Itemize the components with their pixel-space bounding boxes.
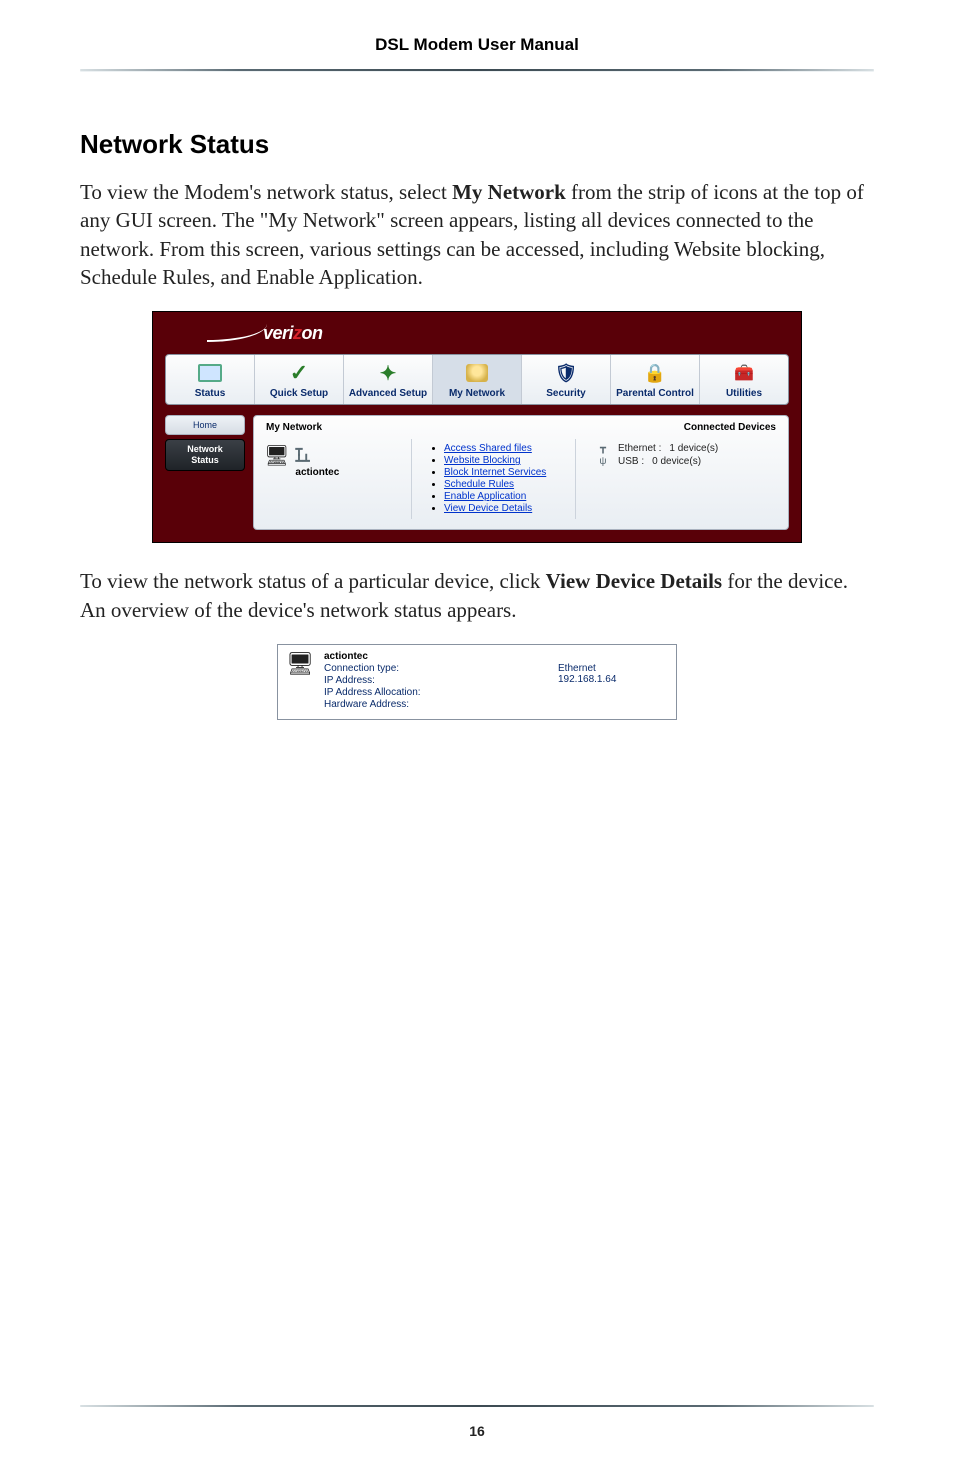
- conn-eth-label: Ethernet :: [618, 443, 661, 454]
- detail-value: Ethernet: [558, 663, 668, 674]
- tab-security[interactable]: Security: [522, 355, 611, 404]
- section-heading: Network Status: [80, 129, 874, 160]
- computer-icon: 🖥: [286, 651, 314, 711]
- computer-icon: [264, 443, 289, 468]
- paragraph-1: To view the Modem's network status, sele…: [80, 178, 874, 291]
- para2-bold: View Device Details: [546, 569, 723, 593]
- header-divider: [80, 69, 874, 71]
- brand-prefix: veri: [263, 323, 293, 343]
- connected-devices-block: ┳ Ethernet : 1 device(s) ψ USB : 0 devic…: [590, 439, 780, 519]
- page-footer: 16: [80, 1405, 874, 1439]
- detail-values-col: Ethernet 192.168.1.64: [558, 651, 668, 711]
- detail-label: IP Address:: [324, 675, 558, 686]
- sidebar-net-line2: Status: [191, 455, 219, 465]
- list-item: Access Shared files: [444, 443, 567, 454]
- detail-value: 192.168.1.64: [558, 674, 668, 685]
- list-item: Website Blocking: [444, 455, 567, 466]
- conn-eth-value: 1 device(s): [669, 443, 718, 454]
- main-panel: My Network Connected Devices ┳┻┻ actiont…: [253, 415, 789, 530]
- check-icon: [285, 361, 313, 385]
- sidebar-item-network-status[interactable]: Network Status: [165, 439, 245, 471]
- gui-logo-row: verizon: [153, 312, 801, 354]
- shield-icon: [552, 361, 580, 385]
- tab-my-network[interactable]: My Network: [433, 355, 522, 404]
- device-detail-screenshot: 🖥 actiontec Connection type: IP Address:…: [277, 644, 677, 720]
- ethernet-icon: ┳: [596, 443, 610, 454]
- gui-screenshot: verizon Status Quick Setup Advanced Setu…: [152, 311, 802, 543]
- tab-status[interactable]: Status: [166, 355, 255, 404]
- tab-utilities[interactable]: Utilities: [700, 355, 788, 404]
- conn-usb-label: USB :: [618, 456, 644, 467]
- sidebar-net-line1: Network: [187, 444, 223, 454]
- link-block-internet-services[interactable]: Block Internet Services: [444, 467, 546, 478]
- link-view-device-details[interactable]: View Device Details: [444, 503, 532, 514]
- list-item: Enable Application: [444, 491, 567, 502]
- sidebar-item-home[interactable]: Home: [165, 415, 245, 435]
- monitor-icon: [196, 361, 224, 385]
- sidebar: Home Network Status: [165, 415, 245, 530]
- detail-label: IP Address Allocation:: [324, 687, 558, 698]
- detail-device-name: actiontec: [324, 651, 558, 662]
- tab-label: Parental Control: [616, 388, 694, 399]
- device-block: ┳┻┻ actiontec: [262, 439, 412, 519]
- tab-parental-control[interactable]: Parental Control: [611, 355, 700, 404]
- para2-pre: To view the network status of a particul…: [80, 569, 546, 593]
- network-icon: [463, 361, 491, 385]
- logo-swoosh-icon: [207, 324, 267, 342]
- link-enable-application[interactable]: Enable Application: [444, 491, 526, 502]
- panel-title-right: Connected Devices: [684, 422, 776, 433]
- link-access-shared-files[interactable]: Access Shared files: [444, 443, 532, 454]
- lock-icon: [641, 361, 669, 385]
- conn-row-ethernet: ┳ Ethernet : 1 device(s): [596, 443, 774, 454]
- tab-strip: Status Quick Setup Advanced Setup My Net…: [165, 354, 789, 405]
- para1-bold: My Network: [452, 180, 566, 204]
- tab-label: Advanced Setup: [349, 388, 427, 399]
- detail-label: Hardware Address:: [324, 699, 558, 710]
- list-item: Block Internet Services: [444, 467, 567, 478]
- gear-icon: [374, 361, 402, 385]
- links-block: Access Shared files Website Blocking Blo…: [426, 439, 576, 519]
- ethernet-port-icon: ┳┻┻: [295, 443, 339, 467]
- tab-advanced-setup[interactable]: Advanced Setup: [344, 355, 433, 404]
- tab-label: Utilities: [726, 388, 762, 399]
- conn-row-usb: ψ USB : 0 device(s): [596, 456, 774, 467]
- toolbox-icon: [730, 361, 758, 385]
- page-header: DSL Modem User Manual: [80, 35, 874, 69]
- para1-pre: To view the Modem's network status, sele…: [80, 180, 452, 204]
- footer-divider: [80, 1405, 874, 1407]
- panel-header: My Network Connected Devices: [262, 420, 780, 439]
- link-schedule-rules[interactable]: Schedule Rules: [444, 479, 514, 490]
- detail-label: Connection type:: [324, 663, 558, 674]
- tab-label: Security: [546, 388, 585, 399]
- device-icons: [264, 443, 289, 468]
- conn-usb-value: 0 device(s): [652, 456, 701, 467]
- panel-title-left: My Network: [266, 422, 322, 433]
- tab-label: My Network: [449, 388, 505, 399]
- brand-suffix: on: [302, 323, 323, 343]
- detail-columns: actiontec Connection type: IP Address: I…: [324, 651, 668, 711]
- brand-logo: verizon: [263, 323, 323, 344]
- list-item: View Device Details: [444, 503, 567, 514]
- page-number: 16: [80, 1423, 874, 1439]
- detail-labels-col: actiontec Connection type: IP Address: I…: [324, 651, 558, 711]
- paragraph-2: To view the network status of a particul…: [80, 567, 874, 624]
- tab-quick-setup[interactable]: Quick Setup: [255, 355, 344, 404]
- device-name: actiontec: [295, 467, 339, 478]
- panel-row: ┳┻┻ actiontec Access Shared files Websit…: [262, 439, 780, 519]
- tab-label: Quick Setup: [270, 388, 328, 399]
- brand-mid: z: [293, 323, 302, 343]
- tab-label: Status: [195, 388, 226, 399]
- link-website-blocking[interactable]: Website Blocking: [444, 455, 521, 466]
- list-item: Schedule Rules: [444, 479, 567, 490]
- gui-body: Home Network Status My Network Connected…: [165, 415, 789, 530]
- usb-icon: ψ: [596, 456, 610, 467]
